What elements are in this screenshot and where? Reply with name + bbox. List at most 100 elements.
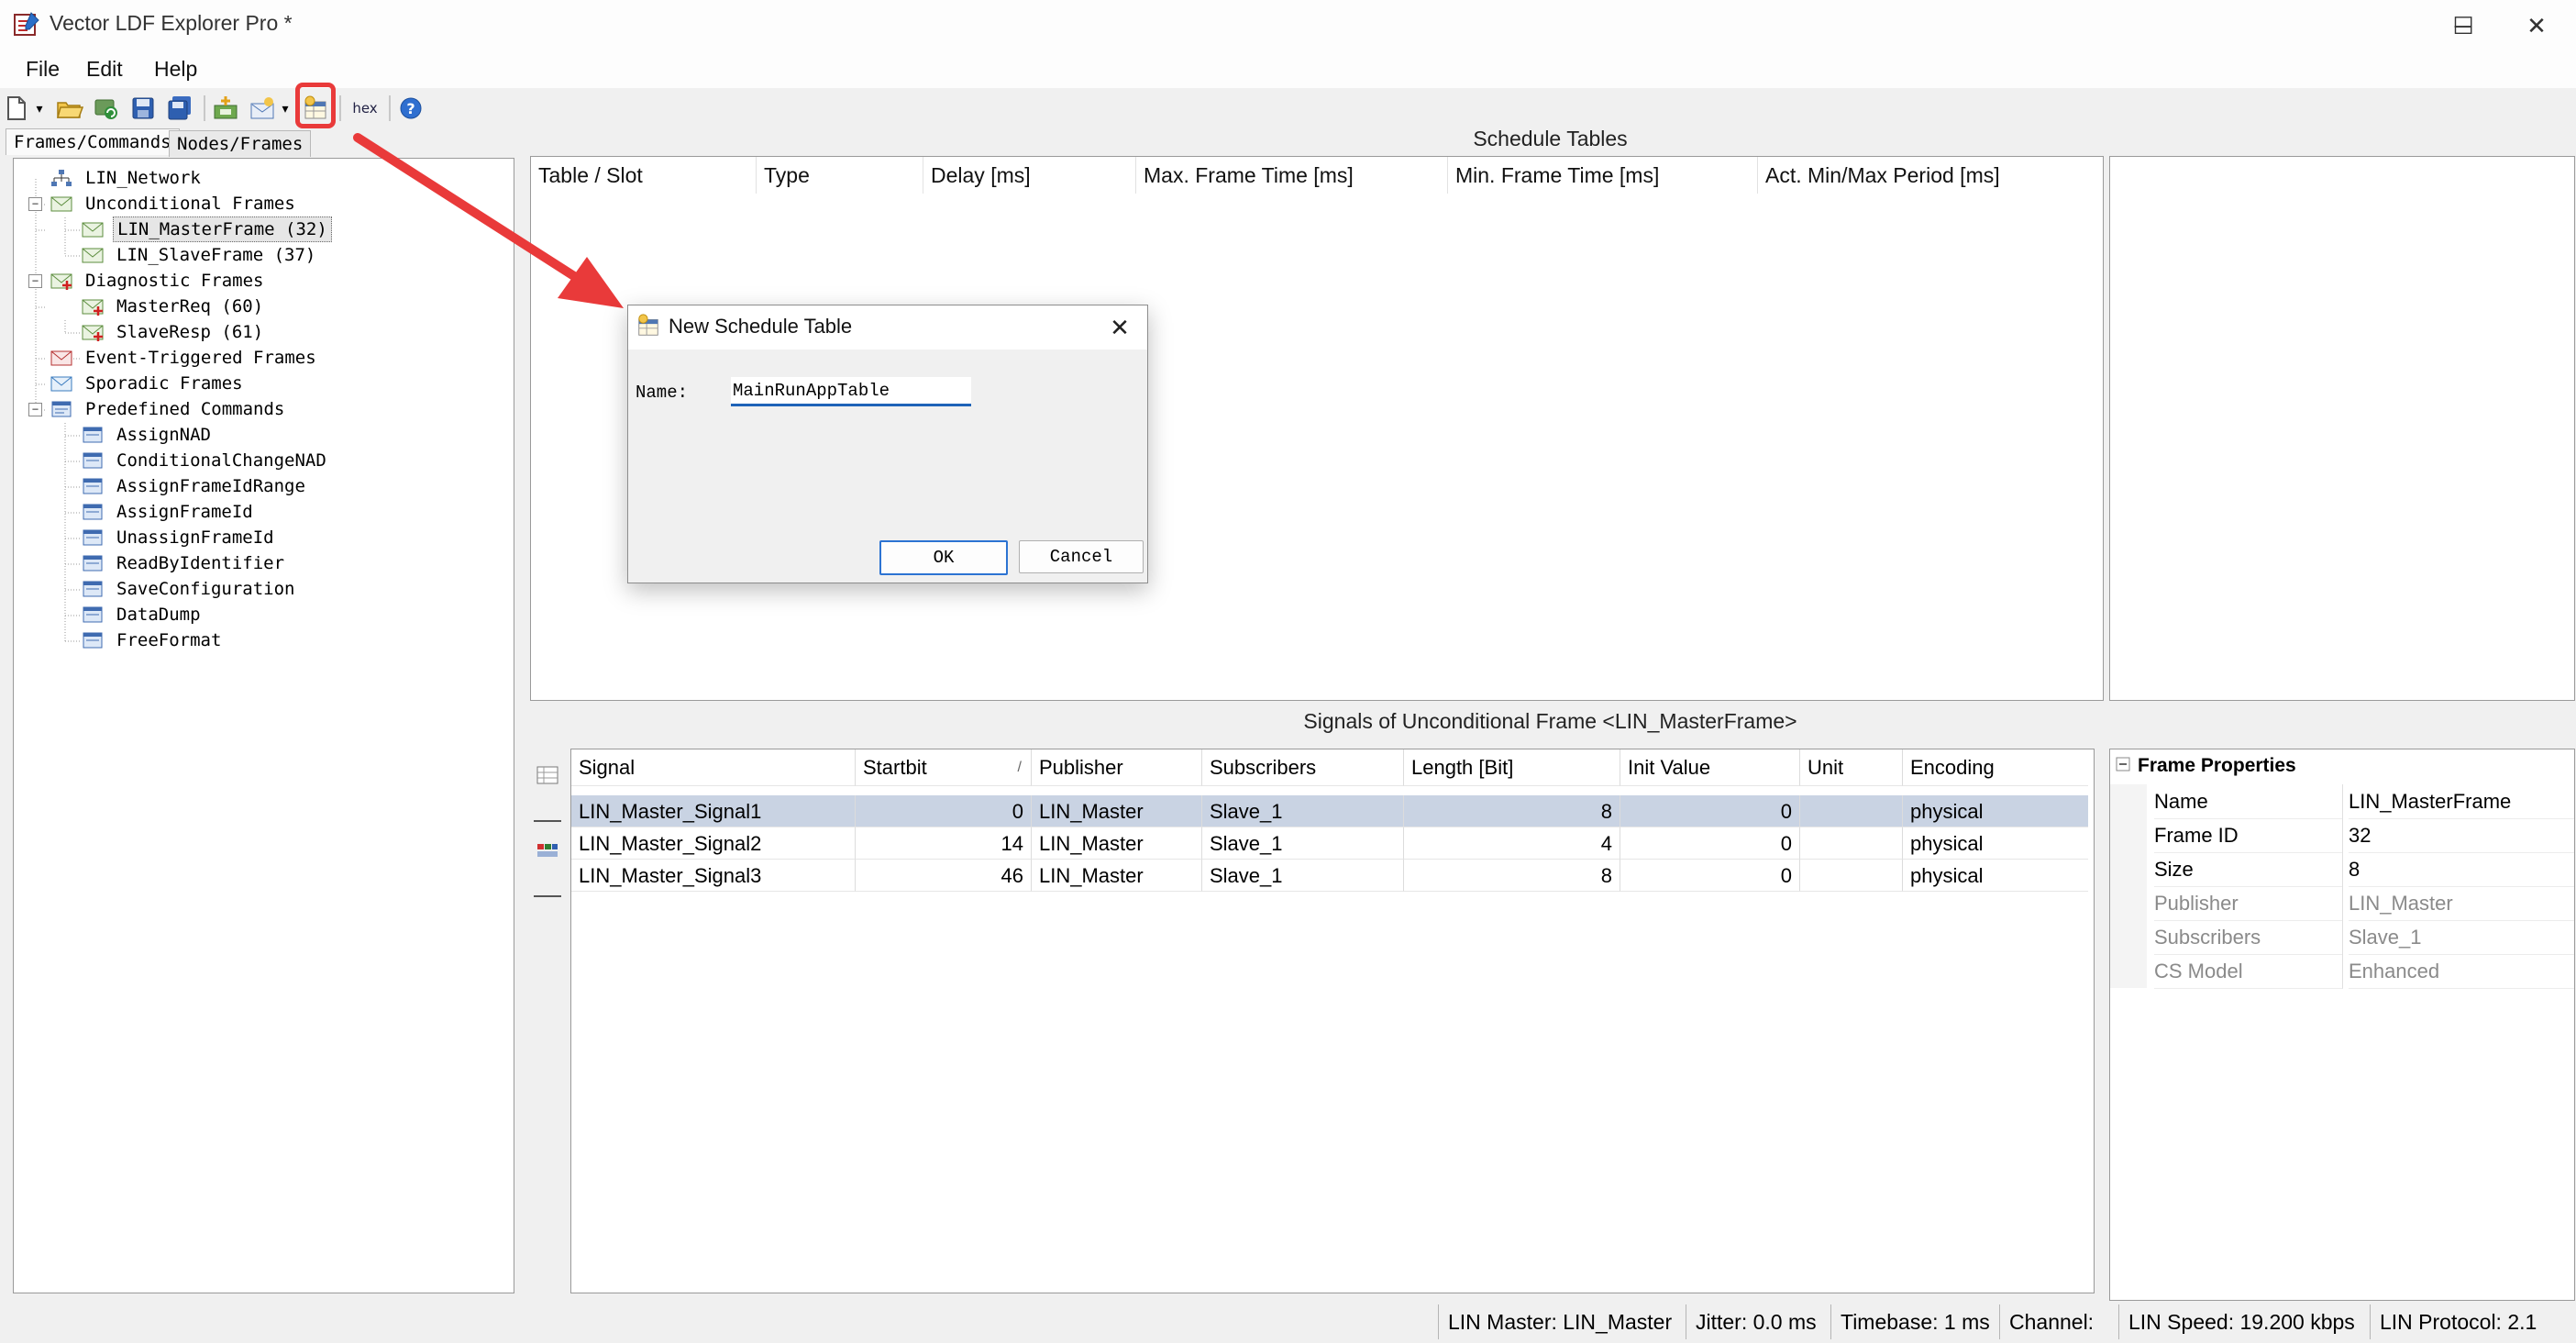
tree-item-command[interactable]: ConditionalChangeNAD (14, 449, 509, 472)
collapse-icon[interactable]: − (28, 197, 42, 211)
collapse-icon[interactable] (2116, 757, 2134, 775)
startbit-cell[interactable]: 46 (856, 860, 1032, 892)
tree-item-command[interactable]: UnassignFrameId (14, 526, 509, 549)
tab-frames-commands[interactable]: Frames/Commands (6, 128, 180, 155)
property-row[interactable]: Size 8 (2110, 852, 2574, 887)
save-all-icon[interactable] (165, 94, 194, 123)
add-frame-dropdown-icon[interactable]: ▾ (277, 94, 293, 123)
encoding-cell[interactable]: physical (1903, 795, 2088, 827)
table-row[interactable]: LIN_Master_Signal1 0 LIN_Master Slave_1 … (571, 795, 2088, 827)
column-header[interactable]: Type (757, 157, 923, 194)
ok-button[interactable]: OK (879, 540, 1008, 575)
tree-item-command[interactable]: AssignFrameIdRange (14, 474, 509, 498)
signals-grid[interactable]: Signal Startbit / Publisher Subscribers … (570, 749, 2095, 1293)
unit-cell[interactable] (1800, 860, 1903, 892)
menu-bar (0, 51, 2576, 88)
column-header[interactable]: Act. Min/Max Period [ms] (1758, 157, 2103, 194)
tree-item-command[interactable]: ReadByIdentifier (14, 551, 509, 575)
new-file-icon[interactable] (2, 94, 31, 123)
add-node-icon[interactable] (211, 94, 240, 123)
open-folder-icon[interactable] (55, 94, 84, 123)
column-header[interactable]: Startbit / (856, 749, 1032, 786)
tree-item-lin-masterframe[interactable]: LIN_MasterFrame (32) (14, 216, 509, 242)
tree-item-command[interactable]: SaveConfiguration (14, 577, 509, 601)
maximize-button[interactable]: ☐ (2427, 0, 2500, 51)
table-row[interactable]: LIN_Master_Signal3 46 LIN_Master Slave_1… (571, 860, 2088, 892)
column-header[interactable]: Table / Slot (531, 157, 757, 194)
column-header[interactable]: Min. Frame Time [ms] (1448, 157, 1758, 194)
column-header[interactable]: Publisher (1032, 749, 1202, 786)
tab-nodes-frames[interactable]: Nodes/Frames (169, 130, 312, 157)
subscribers-cell[interactable]: Slave_1 (1202, 827, 1404, 860)
tree-item-event-triggered-frames[interactable]: Event-Triggered Frames (14, 346, 509, 370)
property-value[interactable]: LIN_MasterFrame (2349, 784, 2574, 819)
tree-item-diagnostic-frames[interactable]: − Diagnostic Frames (14, 269, 509, 293)
dialog-close-icon[interactable]: ✕ (1100, 309, 1140, 346)
column-header[interactable]: Unit (1800, 749, 1903, 786)
tree-item-predefined-commands[interactable]: − Predefined Commands (14, 397, 509, 421)
name-input[interactable] (731, 377, 971, 406)
menu-help[interactable]: Help (149, 57, 203, 82)
column-header[interactable]: Signal (571, 749, 856, 786)
frames-tree: LIN_Network − Unconditional Frames LIN_M… (13, 158, 514, 1293)
property-row[interactable]: Name LIN_MasterFrame (2110, 784, 2574, 819)
tree-item-unconditional-frames[interactable]: − Unconditional Frames (14, 192, 509, 216)
signal-name-cell[interactable]: LIN_Master_Signal2 (571, 827, 856, 860)
column-header[interactable]: Init Value (1620, 749, 1800, 786)
tree-item-network[interactable]: LIN_Network (14, 166, 509, 190)
subscribers-cell[interactable]: Slave_1 (1202, 795, 1404, 827)
property-row[interactable]: Frame ID 32 (2110, 818, 2574, 853)
tree-item-lin-slaveframe[interactable]: LIN_SlaveFrame (37) (14, 243, 509, 267)
status-lin-protocol: LIN Protocol: 2.1 (2370, 1304, 2546, 1339)
save-icon[interactable] (128, 94, 158, 123)
init-value-cell[interactable]: 0 (1620, 860, 1800, 892)
signal-name-cell[interactable]: LIN_Master_Signal3 (571, 860, 856, 892)
publisher-cell[interactable]: LIN_Master (1032, 860, 1202, 892)
property-key: CS Model (2154, 954, 2343, 989)
encoding-cell[interactable]: physical (1903, 827, 2088, 860)
property-value[interactable]: 32 (2349, 818, 2574, 853)
collapse-icon[interactable]: − (28, 403, 42, 416)
length-cell[interactable]: 4 (1404, 827, 1620, 860)
init-value-cell[interactable]: 0 (1620, 795, 1800, 827)
tree-item-command[interactable]: AssignFrameId (14, 500, 509, 524)
grid-view-icon[interactable] (536, 765, 559, 785)
cancel-button[interactable]: Cancel (1019, 540, 1144, 573)
collapse-icon[interactable]: − (28, 274, 42, 288)
column-header[interactable]: Length [Bit] (1404, 749, 1620, 786)
property-value[interactable]: 8 (2349, 852, 2574, 887)
unit-cell[interactable] (1800, 827, 1903, 860)
tree-item-command[interactable]: FreeFormat (14, 628, 509, 652)
column-header[interactable]: Delay [ms] (923, 157, 1136, 194)
add-frame-icon[interactable] (248, 94, 277, 123)
table-row[interactable]: LIN_Master_Signal2 14 LIN_Master Slave_1… (571, 827, 2088, 860)
column-header[interactable]: Max. Frame Time [ms] (1136, 157, 1448, 194)
publisher-cell[interactable]: LIN_Master (1032, 795, 1202, 827)
length-cell[interactable]: 8 (1404, 860, 1620, 892)
tree-item-label: MasterReq (60) (116, 296, 264, 316)
unit-cell[interactable] (1800, 795, 1903, 827)
signal-name-cell[interactable]: LIN_Master_Signal1 (571, 795, 856, 827)
tree-item-sporadic-frames[interactable]: Sporadic Frames (14, 372, 509, 395)
tree-item-slaveresp[interactable]: SlaveResp (61) (14, 320, 509, 344)
startbit-cell[interactable]: 0 (856, 795, 1032, 827)
help-icon[interactable]: ? (396, 94, 426, 123)
column-header[interactable]: Encoding (1903, 749, 2088, 786)
menu-file[interactable]: File (20, 57, 65, 82)
tree-item-command[interactable]: DataDump (14, 603, 509, 627)
encoding-cell[interactable]: physical (1903, 860, 2088, 892)
new-file-dropdown-icon[interactable]: ▾ (31, 94, 48, 123)
publisher-cell[interactable]: LIN_Master (1032, 827, 1202, 860)
menu-edit[interactable]: Edit (81, 57, 128, 82)
bit-layout-icon[interactable] (536, 840, 559, 860)
length-cell[interactable]: 8 (1404, 795, 1620, 827)
hex-icon[interactable]: hex (347, 94, 383, 123)
close-button[interactable]: ✕ (2500, 0, 2573, 51)
subscribers-cell[interactable]: Slave_1 (1202, 860, 1404, 892)
column-header[interactable]: Subscribers (1202, 749, 1404, 786)
reload-icon[interactable] (92, 94, 121, 123)
startbit-cell[interactable]: 14 (856, 827, 1032, 860)
init-value-cell[interactable]: 0 (1620, 827, 1800, 860)
tree-item-command[interactable]: AssignNAD (14, 423, 509, 447)
tree-item-masterreq[interactable]: MasterReq (60) (14, 294, 509, 318)
